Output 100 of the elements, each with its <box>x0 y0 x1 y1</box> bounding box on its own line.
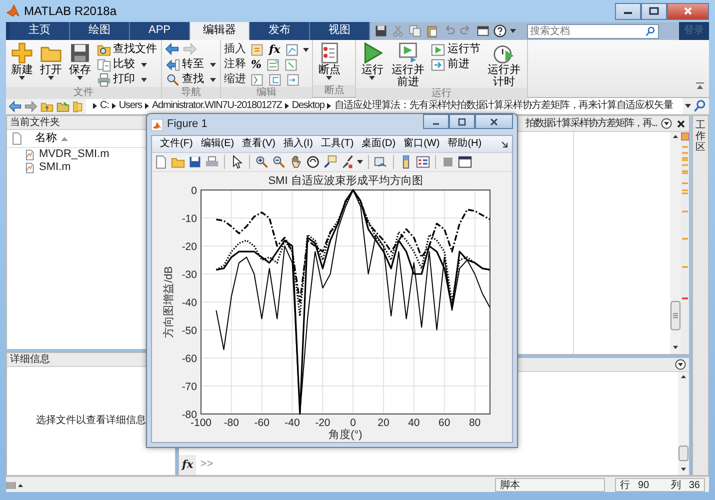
back-arrow-icon[interactable] <box>165 42 179 56</box>
ribbon-tab[interactable]: 绘图 <box>70 22 130 40</box>
run-section-icon <box>431 42 446 56</box>
document-tool-icon[interactable] <box>284 58 298 72</box>
ribbon-button[interactable]: 前进 <box>430 57 482 72</box>
dock-arrow-icon[interactable] <box>501 140 508 148</box>
maximize-button[interactable] <box>641 2 667 20</box>
document-tool-icon[interactable] <box>286 72 300 86</box>
panel-menu-icon[interactable] <box>675 359 686 370</box>
brush-icon[interactable] <box>340 155 354 170</box>
menu-item[interactable]: 帮助(H) <box>444 136 486 152</box>
tool-button[interactable]: fx <box>268 42 282 56</box>
ribbon-tab[interactable]: 编辑器 <box>190 22 250 40</box>
function-browser-button[interactable]: fx <box>179 455 196 475</box>
tick-label: -40 <box>182 297 197 309</box>
legend-icon[interactable] <box>416 155 430 170</box>
save-icon[interactable] <box>188 155 202 170</box>
hand-icon[interactable] <box>289 155 303 170</box>
tick-label: -30 <box>182 269 197 281</box>
run-and-advance-icon <box>396 42 419 64</box>
path-segment[interactable]: 自适应处理算法：先有采样快拍数据计算采样协方差矩阵，再来计算自适应权矢量 <box>334 100 673 112</box>
browse-folder-icon[interactable] <box>56 100 70 112</box>
ribbon-button[interactable]: 查找文件 <box>96 42 158 57</box>
menu-item[interactable]: 窗口(W) <box>400 136 444 152</box>
search-icon[interactable] <box>693 99 707 113</box>
ribbon-tab[interactable]: APP <box>130 22 190 40</box>
workspace-tab[interactable]: 工作区 <box>692 115 709 476</box>
ribbon-button[interactable]: 断点 <box>316 42 342 85</box>
breadcrumb-separator-icon <box>284 103 289 109</box>
tool-button[interactable]: % <box>250 58 262 72</box>
menu-item[interactable]: 工具(T) <box>316 136 358 152</box>
new-file-icon[interactable] <box>154 155 168 170</box>
scrollbar-drawing[interactable] <box>670 132 681 354</box>
menu-item[interactable]: 插入(I) <box>279 136 317 152</box>
ribbon-tab[interactable]: 视图 <box>310 22 370 40</box>
ribbon-button[interactable]: 新建 <box>9 42 35 87</box>
link-plot-icon[interactable] <box>374 155 388 170</box>
document-tool-icon[interactable] <box>266 58 280 72</box>
search-icon[interactable] <box>645 26 656 36</box>
printer-icon[interactable] <box>205 155 219 170</box>
rotate-icon[interactable] <box>306 155 320 170</box>
ribbon-button[interactable]: 运行 <box>359 42 386 88</box>
document-tool-icon[interactable] <box>268 72 282 86</box>
show-plot-tools-icon[interactable] <box>458 155 472 170</box>
menu-item[interactable]: 编辑(E) <box>196 136 238 152</box>
ribbon-button[interactable]: 比较 <box>96 57 158 72</box>
zoom-out-icon[interactable] <box>272 155 286 170</box>
document-tool-icon[interactable] <box>285 42 300 56</box>
data-tip-icon[interactable] <box>323 155 337 170</box>
advance-icon <box>431 58 446 72</box>
ribbon-button[interactable]: 打开 <box>38 42 64 87</box>
tick-label: 0 <box>350 417 356 429</box>
close-button[interactable] <box>667 2 709 20</box>
row-label: 注释 <box>224 58 246 72</box>
panel-layout-icon[interactable] <box>6 480 24 490</box>
path-segment[interactable]: Administrator.WIN7U-20180127Z <box>152 100 282 112</box>
path-segment[interactable]: Users <box>118 100 142 112</box>
open-folder-icon[interactable] <box>171 155 185 170</box>
window-icon[interactable] <box>476 24 490 38</box>
ribbon-button[interactable]: 转至 <box>165 57 217 72</box>
scrollbar-drawing[interactable] <box>678 372 689 475</box>
ribbon-button[interactable]: 查找 <box>165 72 217 87</box>
close-button[interactable] <box>475 114 513 129</box>
ribbon-button[interactable]: 打印 <box>96 72 158 87</box>
document-icon <box>11 132 23 146</box>
file-name[interactable]: MVDR_SMI.m <box>39 148 110 162</box>
menu-item[interactable]: 查看(V) <box>238 136 280 152</box>
document-tool-icon[interactable] <box>250 72 264 86</box>
menu-item[interactable]: 文件(F) <box>156 136 197 152</box>
save-icon[interactable] <box>374 24 388 38</box>
ribbon-button[interactable]: 运行并前进 <box>388 42 428 88</box>
minimize-button[interactable] <box>615 2 641 20</box>
column-header[interactable]: 名称 <box>35 132 68 146</box>
compare-documents-icon <box>97 58 111 72</box>
panel-menu-icon[interactable] <box>661 118 672 129</box>
menu-item[interactable]: 桌面(D) <box>358 136 400 152</box>
clipboard-icon[interactable] <box>425 24 439 38</box>
back-arrow-icon[interactable] <box>8 100 22 112</box>
path-field[interactable]: C: Users Administrator.WIN7U-20180127Z Desktop 自适应处理算法：先有采样快拍数据计算采样协方差矩阵，再来计算自适应权矢量 <box>86 98 683 114</box>
maximize-button[interactable] <box>449 114 475 129</box>
sort-ascending-icon <box>61 136 68 141</box>
ribbon-tab[interactable]: 主页 <box>10 22 70 40</box>
path-segment[interactable]: Desktop <box>292 100 324 112</box>
file-name[interactable]: SMI.m <box>39 160 71 174</box>
help-icon[interactable] <box>493 24 507 38</box>
ribbon-button[interactable]: 运行节 <box>430 42 482 57</box>
forward-arrow-icon[interactable] <box>24 100 38 112</box>
ribbon-tab[interactable]: 发布 <box>250 22 310 40</box>
collapse-ribbon-icon[interactable] <box>695 82 705 90</box>
search-field[interactable]: 搜索文档 <box>527 24 659 38</box>
path-segment[interactable]: C: <box>100 100 109 112</box>
copy-icon[interactable] <box>408 24 422 38</box>
pointer-icon[interactable] <box>230 155 244 170</box>
document-tool-icon[interactable] <box>250 42 264 56</box>
ribbon-button[interactable]: 运行并计时 <box>484 42 524 88</box>
breadcrumb-separator-icon <box>93 103 97 109</box>
close-icon[interactable] <box>676 118 686 128</box>
tick-label: -20 <box>182 241 197 253</box>
zoom-in-icon[interactable] <box>255 155 269 170</box>
ribbon-button[interactable]: 保存 <box>67 42 93 87</box>
